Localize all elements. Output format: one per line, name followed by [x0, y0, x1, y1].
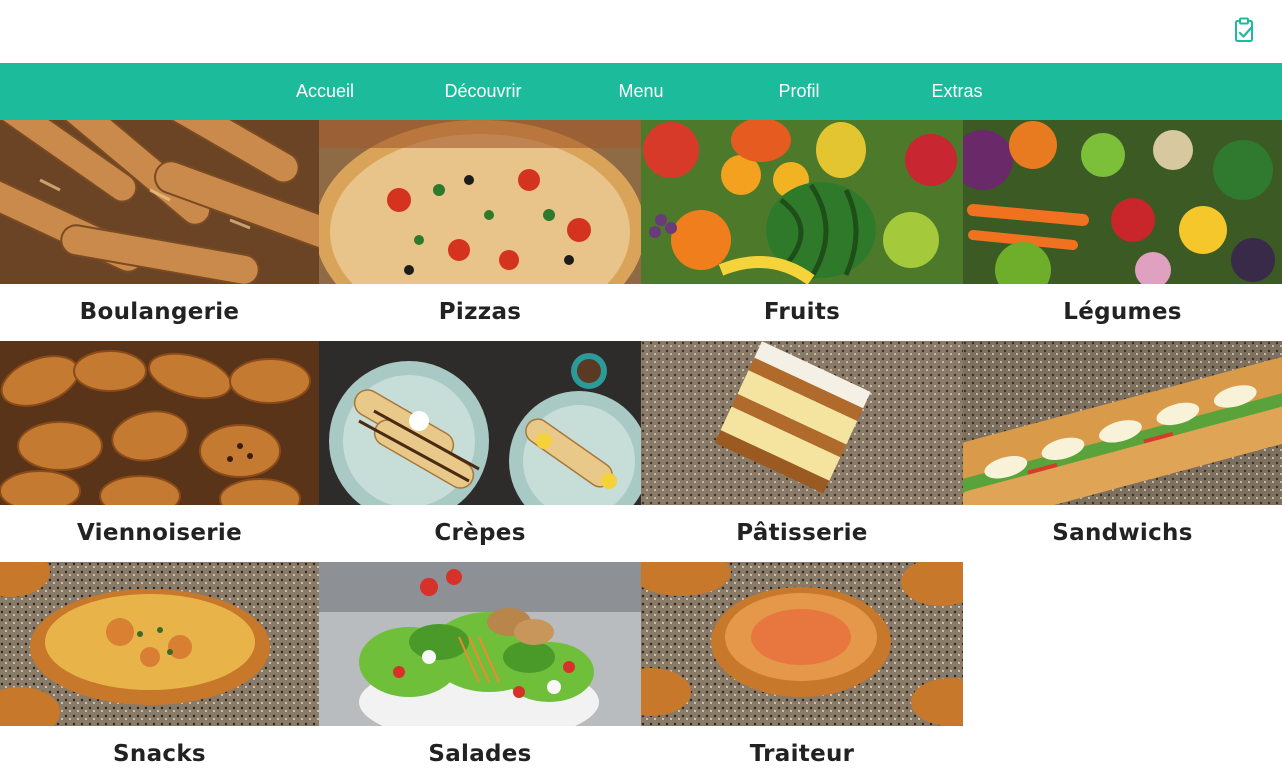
category-label: Fruits	[641, 284, 963, 341]
tart-photo	[641, 562, 963, 726]
category-tile-patisserie[interactable]: Pâtisserie	[641, 341, 963, 562]
category-label: Salades	[319, 726, 641, 780]
category-tile-boulangerie[interactable]: Boulangerie	[0, 120, 319, 341]
category-label: Légumes	[963, 284, 1282, 341]
category-tile-pizzas[interactable]: Pizzas	[319, 120, 641, 341]
top-bar	[0, 0, 1282, 63]
category-tile-viennoiserie[interactable]: Viennoiserie	[0, 341, 319, 562]
nav-decouvrir[interactable]: Découvrir	[444, 63, 521, 120]
category-tile-sandwichs[interactable]: Sandwichs	[963, 341, 1282, 562]
category-tile-salades[interactable]: Salades	[319, 562, 641, 780]
category-label: Traiteur	[641, 726, 963, 780]
clipboard-check-icon	[1235, 17, 1253, 42]
category-tile-crepes[interactable]: Crèpes	[319, 341, 641, 562]
mille-feuille-photo	[641, 341, 963, 505]
quiche-photo	[0, 562, 319, 726]
category-tile-fruits[interactable]: Fruits	[641, 120, 963, 341]
nav-extras[interactable]: Extras	[931, 63, 982, 120]
fruits-photo	[641, 120, 963, 284]
sandwich-photo	[963, 341, 1282, 505]
nav-accueil[interactable]: Accueil	[296, 63, 354, 120]
salad-photo	[319, 562, 641, 726]
category-label: Boulangerie	[0, 284, 319, 341]
baguettes-photo	[0, 120, 319, 284]
order-list-button[interactable]	[1232, 16, 1256, 44]
category-label: Pâtisserie	[641, 505, 963, 562]
category-label: Viennoiserie	[0, 505, 319, 562]
category-label: Crèpes	[319, 505, 641, 562]
category-label: Pizzas	[319, 284, 641, 341]
category-grid: Boulangerie Pizzas Fruits Légumes Vienno…	[0, 120, 1282, 780]
category-label: Snacks	[0, 726, 319, 780]
nav-profil[interactable]: Profil	[778, 63, 819, 120]
nav-menu[interactable]: Menu	[618, 63, 663, 120]
pizza-photo	[319, 120, 641, 284]
category-tile-traiteur[interactable]: Traiteur	[641, 562, 963, 780]
crepes-photo	[319, 341, 641, 505]
category-tile-legumes[interactable]: Légumes	[963, 120, 1282, 341]
main-nav: Accueil Découvrir Menu Profil Extras	[0, 63, 1282, 120]
croissants-photo	[0, 341, 319, 505]
category-label: Sandwichs	[963, 505, 1282, 562]
category-tile-snacks[interactable]: Snacks	[0, 562, 319, 780]
vegetables-photo	[963, 120, 1282, 284]
